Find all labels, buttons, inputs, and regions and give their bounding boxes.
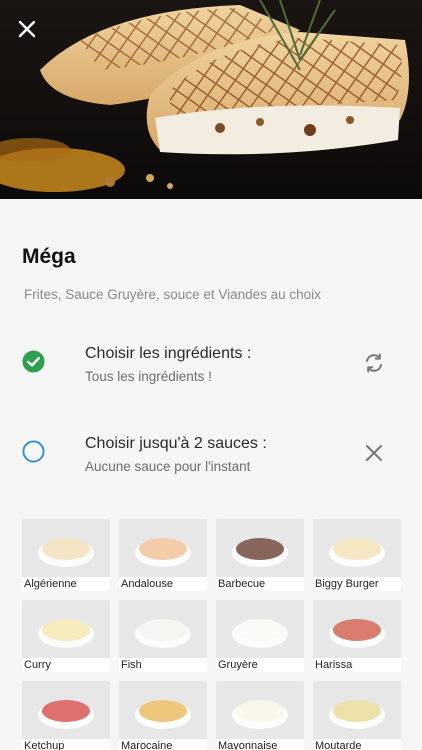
- sauce-tile[interactable]: Andalouse: [119, 519, 207, 591]
- sauce-label: Gruyère: [216, 658, 304, 672]
- product-hero-image: [0, 0, 422, 199]
- option-title: Choisir jusqu'à 2 sauces :: [85, 435, 267, 452]
- option-title: Choisir les ingrédients :: [85, 345, 252, 362]
- tile-overlay: [313, 600, 401, 658]
- tile-overlay: [216, 600, 304, 658]
- close-icon[interactable]: [362, 441, 386, 465]
- option-sauces[interactable]: Choisir jusqu'à 2 sauces : Aucune sauce …: [0, 435, 422, 485]
- sauce-tile[interactable]: Ketchup: [22, 681, 110, 750]
- check-circle-icon: [22, 350, 45, 373]
- tile-overlay: [119, 519, 207, 577]
- sauce-label: Barbecue: [216, 577, 304, 591]
- sauce-tile[interactable]: Fish: [119, 600, 207, 672]
- tile-overlay: [216, 681, 304, 739]
- sauce-grid: Algérienne Andalouse Barbecue Biggy Burg…: [22, 519, 402, 750]
- sauce-label: Ketchup: [22, 739, 110, 750]
- sauce-tile[interactable]: Gruyère: [216, 600, 304, 672]
- tile-overlay: [22, 519, 110, 577]
- option-ingredients[interactable]: Choisir les ingrédients : Tous les ingré…: [0, 345, 422, 395]
- empty-circle-icon: [22, 440, 45, 463]
- tile-overlay: [119, 600, 207, 658]
- sauce-label: Andalouse: [119, 577, 207, 591]
- refresh-icon[interactable]: [362, 351, 386, 375]
- sauce-label: Moutarde: [313, 739, 401, 750]
- sauce-tile[interactable]: Marocaine: [119, 681, 207, 750]
- sauce-label: Curry: [22, 658, 110, 672]
- close-icon: [18, 20, 36, 38]
- sauce-label: Algérienne: [22, 577, 110, 591]
- food-photo: [0, 0, 422, 199]
- tile-overlay: [119, 681, 207, 739]
- sauce-label: Harissa: [313, 658, 401, 672]
- tile-overlay: [216, 519, 304, 577]
- sauce-tile[interactable]: Barbecue: [216, 519, 304, 591]
- sauce-tile[interactable]: Algérienne: [22, 519, 110, 591]
- sauce-tile[interactable]: Biggy Burger: [313, 519, 401, 591]
- sauce-label: Mayonnaise: [216, 739, 304, 750]
- option-subtitle: Tous les ingrédients !: [85, 369, 212, 384]
- close-button[interactable]: [18, 20, 48, 50]
- sauce-label: Fish: [119, 658, 207, 672]
- tile-overlay: [313, 681, 401, 739]
- product-detail: Méga Frites, Sauce Gruyère, souce et Via…: [0, 199, 422, 750]
- tile-overlay: [22, 681, 110, 739]
- product-description: Frites, Sauce Gruyère, souce et Viandes …: [24, 287, 321, 302]
- product-title: Méga: [22, 245, 76, 268]
- tile-overlay: [22, 600, 110, 658]
- sauce-tile[interactable]: Moutarde: [313, 681, 401, 750]
- tile-overlay: [313, 519, 401, 577]
- sauce-tile[interactable]: Mayonnaise: [216, 681, 304, 750]
- option-subtitle: Aucune sauce pour l'instant: [85, 459, 251, 474]
- sauce-label: Biggy Burger: [313, 577, 401, 591]
- sauce-tile[interactable]: Harissa: [313, 600, 401, 672]
- sauce-tile[interactable]: Curry: [22, 600, 110, 672]
- sauce-label: Marocaine: [119, 739, 207, 750]
